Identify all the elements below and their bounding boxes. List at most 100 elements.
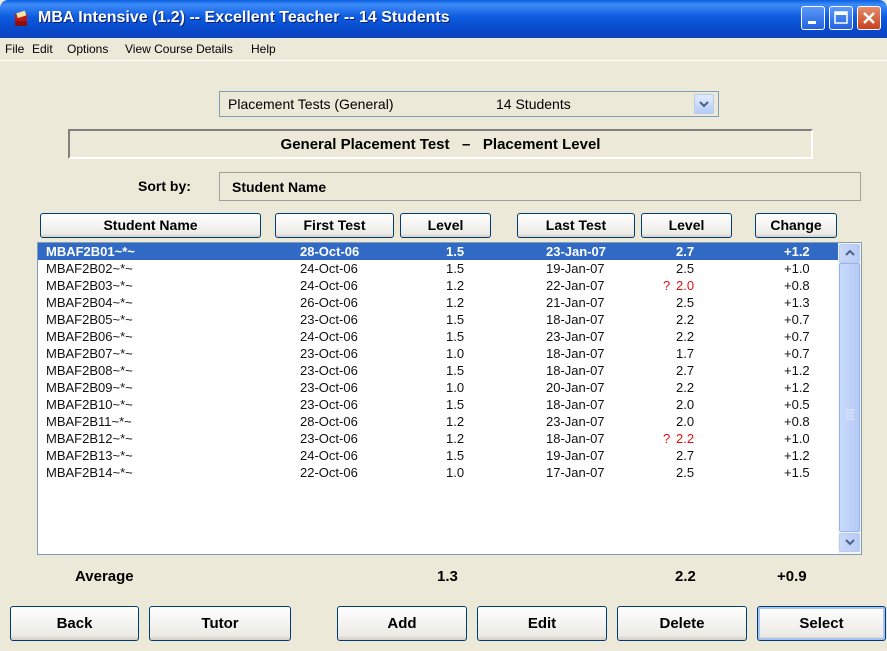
back-button[interactable]: Back <box>10 606 139 641</box>
last-test-cell: 22-Jan-07 <box>546 278 605 293</box>
menu-bar: File Edit Options View Course Details He… <box>0 38 887 60</box>
flag-cell: ? <box>663 431 671 446</box>
column-student-name-button[interactable]: Student Name <box>40 213 261 238</box>
first-test-cell: 24-Oct-06 <box>300 448 358 463</box>
scroll-down-button[interactable] <box>839 533 860 552</box>
minimize-button[interactable] <box>801 6 825 30</box>
table-row[interactable]: MBAF2B08~*~ 23-Oct-06 1.5 18-Jan-07 2.7 +1.2 <box>38 362 838 379</box>
maximize-icon <box>834 11 848 24</box>
change-cell: +0.7 <box>784 312 810 327</box>
sort-field: Student Name <box>219 172 861 201</box>
change-cell: +1.0 <box>784 431 810 446</box>
scroll-up-button[interactable] <box>839 244 860 263</box>
level-last-cell: 2.0 <box>676 397 695 412</box>
add-button[interactable]: Add <box>337 606 467 641</box>
table-row[interactable]: MBAF2B05~*~ 23-Oct-06 1.5 18-Jan-07 2.2 +0.7 <box>38 311 838 328</box>
column-level-last-button[interactable]: Level <box>641 213 732 238</box>
delete-button[interactable]: Delete <box>617 606 747 641</box>
change-cell: +0.8 <box>784 278 810 293</box>
level-first-cell: 1.2 <box>446 431 465 446</box>
sort-label: Sort by: <box>138 178 191 194</box>
app-book-icon <box>15 10 27 26</box>
vertical-scrollbar[interactable] <box>838 243 861 554</box>
last-test-cell: 20-Jan-07 <box>546 380 605 395</box>
average-level-first: 1.3 <box>437 568 458 585</box>
close-button[interactable] <box>857 6 881 30</box>
first-test-cell: 23-Oct-06 <box>300 431 358 446</box>
menu-help[interactable]: Help <box>251 42 276 56</box>
change-cell: +1.2 <box>784 244 810 259</box>
student-name-cell: MBAF2B02~*~ <box>46 261 133 276</box>
table-row[interactable]: MBAF2B14~*~ 22-Oct-06 1.0 17-Jan-07 2.5 +1.5 <box>38 464 838 481</box>
table-row[interactable]: MBAF2B04~*~ 26-Oct-06 1.2 21-Jan-07 2.5 +1.3 <box>38 294 838 311</box>
scroll-thumb[interactable] <box>839 263 860 532</box>
menu-file[interactable]: File <box>5 42 24 56</box>
level-first-cell: 1.5 <box>446 363 465 378</box>
change-cell: +0.7 <box>784 329 810 344</box>
test-select-count: 14 Students <box>496 96 571 112</box>
table-row[interactable]: MBAF2B07~*~ 23-Oct-06 1.0 18-Jan-07 1.7 +0.7 <box>38 345 838 362</box>
student-name-cell: MBAF2B12~*~ <box>46 431 133 446</box>
level-last-cell: 2.0 <box>676 278 695 293</box>
header-test-name: General Placement Test <box>280 136 450 153</box>
flag-cell: ? <box>663 278 671 293</box>
average-level-last: 2.2 <box>675 568 696 585</box>
table-row[interactable]: MBAF2B13~*~ 24-Oct-06 1.5 19-Jan-07 2.7 +1.2 <box>38 447 838 464</box>
table-row[interactable]: MBAF2B02~*~ 24-Oct-06 1.5 19-Jan-07 2.5 +1.0 <box>38 260 838 277</box>
column-change-button[interactable]: Change <box>755 213 837 238</box>
table-row[interactable]: MBAF2B10~*~ 23-Oct-06 1.5 18-Jan-07 2.0 +0.5 <box>38 396 838 413</box>
title-bar[interactable]: MBA Intensive (1.2) -- Excellent Teacher… <box>0 0 887 38</box>
maximize-button[interactable] <box>829 6 853 30</box>
level-first-cell: 1.0 <box>446 380 465 395</box>
table-row[interactable]: MBAF2B06~*~ 24-Oct-06 1.5 23-Jan-07 2.2 +0.7 <box>38 328 838 345</box>
close-icon <box>863 12 875 24</box>
first-test-cell: 28-Oct-06 <box>300 414 358 429</box>
chevron-down-icon <box>845 539 855 546</box>
level-first-cell: 1.5 <box>446 312 465 327</box>
tutor-button[interactable]: Tutor <box>149 606 291 641</box>
level-last-cell: 2.5 <box>676 465 695 480</box>
column-first-test-button[interactable]: First Test <box>275 213 394 238</box>
table-row[interactable]: MBAF2B03~*~ 24-Oct-06 1.2 22-Jan-07? 2.0 +0.8 <box>38 277 838 294</box>
level-last-cell: 2.0 <box>676 414 695 429</box>
menu-edit[interactable]: Edit <box>32 42 53 56</box>
level-last-cell: 2.7 <box>676 448 695 463</box>
chevron-up-icon <box>845 249 855 256</box>
student-list[interactable]: MBAF2B01~*~ 28-Oct-06 1.5 23-Jan-07 2.7 +1.2 M… <box>37 242 862 555</box>
menu-options[interactable]: Options <box>67 42 108 56</box>
change-cell: +1.2 <box>784 448 810 463</box>
first-test-cell: 23-Oct-06 <box>300 312 358 327</box>
menu-divider <box>0 60 887 61</box>
level-first-cell: 1.5 <box>446 329 465 344</box>
table-row[interactable]: MBAF2B12~*~ 23-Oct-06 1.2 18-Jan-07? 2.2 +1.0 <box>38 430 838 447</box>
select-button[interactable]: Select <box>757 606 886 641</box>
table-row[interactable]: MBAF2B09~*~ 23-Oct-06 1.0 20-Jan-07 2.2 +1.2 <box>38 379 838 396</box>
first-test-cell: 24-Oct-06 <box>300 278 358 293</box>
level-last-cell: 2.2 <box>676 431 695 446</box>
student-name-cell: MBAF2B01~*~ <box>46 244 135 259</box>
student-name-cell: MBAF2B03~*~ <box>46 278 133 293</box>
last-test-cell: 23-Jan-07 <box>546 329 605 344</box>
last-test-cell: 19-Jan-07 <box>546 261 605 276</box>
column-last-test-button[interactable]: Last Test <box>517 213 635 238</box>
column-level-first-button[interactable]: Level <box>400 213 491 238</box>
last-test-cell: 18-Jan-07 <box>546 363 605 378</box>
change-cell: +1.3 <box>784 295 810 310</box>
edit-button[interactable]: Edit <box>477 606 607 641</box>
dropdown-arrow-button[interactable] <box>694 94 714 114</box>
level-first-cell: 1.0 <box>446 346 465 361</box>
average-label: Average <box>75 568 134 585</box>
change-cell: +1.0 <box>784 261 810 276</box>
chevron-down-icon <box>699 101 709 108</box>
table-row[interactable]: MBAF2B11~*~ 28-Oct-06 1.2 23-Jan-07 2.0 +0.8 <box>38 413 838 430</box>
test-select[interactable]: Placement Tests (General) 14 Students <box>219 91 719 117</box>
menu-view-course-details[interactable]: View Course Details <box>125 42 233 56</box>
first-test-cell: 23-Oct-06 <box>300 346 358 361</box>
minimize-icon <box>808 21 816 24</box>
level-last-cell: 2.5 <box>676 295 695 310</box>
level-first-cell: 1.5 <box>446 397 465 412</box>
first-test-cell: 24-Oct-06 <box>300 329 358 344</box>
test-header-panel: General Placement Test – Placement Level <box>68 129 813 159</box>
last-test-cell: 19-Jan-07 <box>546 448 605 463</box>
table-row[interactable]: MBAF2B01~*~ 28-Oct-06 1.5 23-Jan-07 2.7 +1.2 <box>38 243 838 260</box>
